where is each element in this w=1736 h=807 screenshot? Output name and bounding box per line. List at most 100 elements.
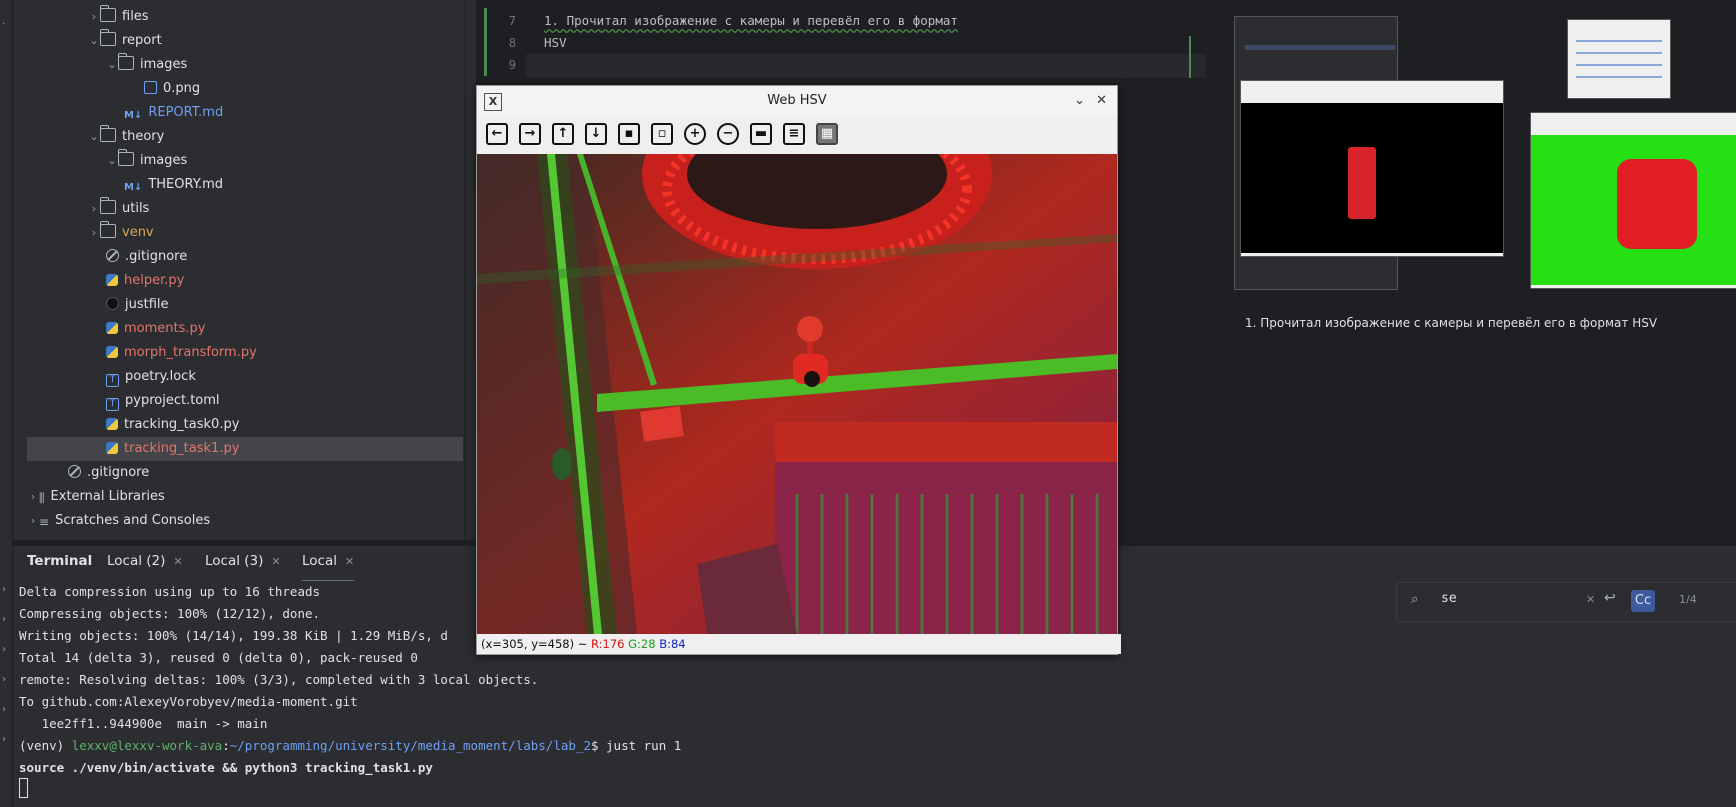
tree-item-label: moments.py <box>124 321 206 336</box>
tree-item-images[interactable]: ⌄ images <box>106 53 187 77</box>
strip-icon[interactable]: › <box>2 675 10 685</box>
strip-icon[interactable]: › <box>2 615 10 625</box>
tree-item-label: files <box>122 9 149 24</box>
terminal-line: source ./venv/bin/activate && python3 tr… <box>19 760 433 775</box>
tree-item-scratches[interactable]: › ≡ Scratches and Consoles <box>27 509 210 533</box>
code-line[interactable]: 1. Прочитал изображение с камеры и перев… <box>544 13 958 28</box>
clipboard-icon[interactable]: ≡ <box>783 123 805 145</box>
tree-item-venv[interactable]: › venv <box>88 221 154 245</box>
scroll-marker <box>1189 36 1191 78</box>
tree-item-label: tracking_task0.py <box>124 417 240 432</box>
strip-icon[interactable]: · <box>2 20 10 30</box>
properties-icon[interactable]: ▦ <box>816 123 838 145</box>
code-line[interactable]: HSV <box>544 35 567 50</box>
close-icon[interactable]: ✕ <box>345 555 354 568</box>
strip-icon[interactable]: › <box>2 735 10 745</box>
tab-local[interactable]: Local ✕ <box>302 546 355 583</box>
chevron-down-icon[interactable]: ⌄ <box>1074 86 1085 116</box>
tree-item-moments-py[interactable]: moments.py <box>106 317 205 341</box>
chevron-right-icon[interactable]: › <box>88 197 100 221</box>
tree-item-label: 0.png <box>163 81 201 96</box>
tree-item-morph-transform-py[interactable]: morph_transform.py <box>106 341 257 365</box>
folder-icon <box>100 125 116 142</box>
python-file-icon <box>106 418 118 430</box>
tree-item-label: images <box>140 153 188 168</box>
tree-item-label: venv <box>122 225 154 240</box>
editor[interactable]: 7 1. Прочитал изображение с камеры и пер… <box>476 0 1206 82</box>
tree-item-tracking-task1-py[interactable]: tracking_task1.py <box>27 437 463 461</box>
match-count: 1/4 <box>1679 593 1697 606</box>
close-icon[interactable]: ✕ <box>271 555 280 568</box>
chevron-down-icon[interactable]: ⌄ <box>106 53 118 77</box>
window-toolbar: ← → ↑ ↓ ▪ ▫ + − ▬ ≡ ▦ <box>477 116 1117 154</box>
markdown-preview[interactable]: 1. Прочитал изображение с камеры и перев… <box>1210 0 1736 540</box>
close-icon[interactable]: ✕ <box>1096 86 1107 116</box>
library-icon: ⫼ <box>39 491 45 505</box>
tree-item-utils[interactable]: › utils <box>88 197 149 221</box>
hsv-camera-image[interactable] <box>477 154 1117 634</box>
strip-icon[interactable]: › <box>2 705 10 715</box>
pixel-coords: (x=305, y=458) ~ <box>481 637 588 651</box>
tree-item-justfile[interactable]: justfile <box>106 293 169 317</box>
tree-item-report[interactable]: ⌄ report <box>88 29 162 53</box>
prompt-env: (venv) <box>19 738 72 753</box>
tree-item-label: morph_transform.py <box>124 345 257 360</box>
terminal-line: Total 14 (delta 3), reused 0 (delta 0), … <box>19 650 418 665</box>
close-icon[interactable]: ✕ <box>173 555 182 568</box>
chevron-right-icon[interactable]: › <box>27 485 39 509</box>
tree-item-external-libraries[interactable]: › ⫼ External Libraries <box>27 485 165 509</box>
tree-item-pyproject-toml[interactable]: Tpyproject.toml <box>106 389 220 413</box>
regex-return-icon[interactable]: ↩ <box>1604 590 1616 606</box>
tree-item-0-png[interactable]: 0.png <box>144 77 200 101</box>
preview-slider <box>1576 64 1662 66</box>
tree-item-label: pyproject.toml <box>125 393 220 408</box>
panel-divider[interactable] <box>465 0 476 540</box>
terminal-line: remote: Resolving deltas: 100% (3/3), co… <box>19 672 539 687</box>
current-line-highlight <box>526 54 1206 78</box>
zoom-in-icon[interactable]: + <box>684 123 706 145</box>
chevron-right-icon[interactable]: › <box>27 509 39 533</box>
prompt-path: ~/programming/university/media_moment/la… <box>229 738 591 753</box>
tree-item-gitignore-root[interactable]: .gitignore <box>68 461 149 485</box>
tree-item-helper-py[interactable]: helper.py <box>106 269 184 293</box>
preview-black-frame <box>1241 103 1503 253</box>
image-settings-icon[interactable]: ▫ <box>651 123 673 145</box>
web-hsv-window[interactable]: X Web HSV ⌄ ✕ ← → ↑ ↓ ▪ ▫ + − ▬ ≡ ▦ (x=3… <box>476 85 1121 655</box>
arrow-up-icon[interactable]: ↑ <box>552 123 574 145</box>
arrow-down-icon[interactable]: ↓ <box>585 123 607 145</box>
tree-item-poetry-lock[interactable]: Tpoetry.lock <box>106 365 196 389</box>
tab-local-2[interactable]: Local (2) ✕ <box>107 546 183 580</box>
window-titlebar[interactable]: X Web HSV ⌄ ✕ <box>477 86 1117 116</box>
image-icon[interactable]: ▪ <box>618 123 640 145</box>
chevron-down-icon[interactable]: ⌄ <box>88 29 100 53</box>
terminal-search: ⌕ se ✕ ↩ Cc 1/4 <box>1396 582 1736 622</box>
tree-item-images[interactable]: ⌄ images <box>106 149 187 173</box>
chevron-down-icon[interactable]: ⌄ <box>106 149 118 173</box>
arrow-left-icon[interactable]: ← <box>486 123 508 145</box>
text-file-icon: T <box>106 374 119 387</box>
tab-terminal[interactable]: Terminal <box>27 546 92 580</box>
tab-local-3[interactable]: Local (3) ✕ <box>205 546 281 580</box>
chevron-right-icon[interactable]: › <box>88 221 100 245</box>
arrow-right-icon[interactable]: → <box>519 123 541 145</box>
tree-item-gitignore[interactable]: .gitignore <box>106 245 187 269</box>
tab-label: Local (2) <box>107 553 166 569</box>
search-icon[interactable]: ⌕ <box>1411 592 1418 607</box>
clear-icon[interactable]: ✕ <box>1586 593 1595 606</box>
tree-item-report-md[interactable]: M↓ REPORT.md <box>124 101 223 125</box>
line-number: 9 <box>508 58 516 72</box>
match-case-button[interactable]: Cc <box>1631 590 1655 612</box>
chevron-right-icon[interactable]: › <box>88 5 100 29</box>
save-icon[interactable]: ▬ <box>750 123 772 145</box>
tree-item-theory-md[interactable]: M↓ THEORY.md <box>124 173 223 197</box>
strip-icon[interactable]: › <box>2 585 10 595</box>
search-input[interactable]: se <box>1441 591 1457 606</box>
python-file-icon <box>106 442 118 454</box>
chevron-down-icon[interactable]: ⌄ <box>88 125 100 149</box>
zoom-out-icon[interactable]: − <box>717 123 739 145</box>
strip-icon[interactable]: › <box>2 645 10 655</box>
tree-item-files[interactable]: › files <box>88 5 149 29</box>
hsv-image-drawing <box>477 154 1117 634</box>
tree-item-tracking-task0-py[interactable]: tracking_task0.py <box>106 413 239 437</box>
tree-item-theory[interactable]: ⌄ theory <box>88 125 164 149</box>
